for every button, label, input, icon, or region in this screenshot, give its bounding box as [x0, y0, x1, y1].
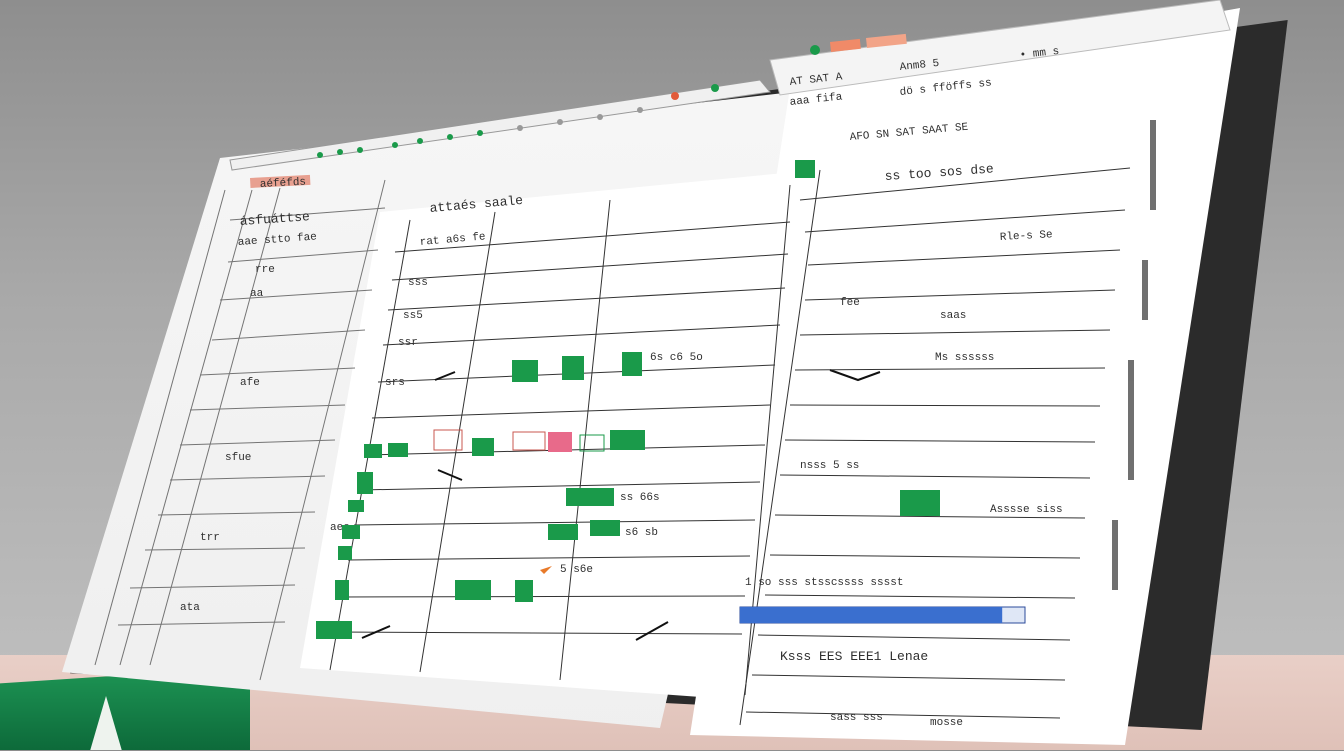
left-header: ásfuáttse: [239, 209, 310, 229]
progress-fill: [740, 607, 1003, 623]
right-row-7: 1 so sss stsscssss sssst: [745, 577, 903, 589]
spreadsheet-overlay: aéféfds AT SAT A Anm8 5 • mm s aaa fifa …: [94, 0, 1231, 729]
mid-value-3: s6 sb: [625, 527, 658, 539]
right-row-2: Rle-s Se: [1000, 229, 1053, 244]
right-row-5: Ms ssssss: [935, 352, 994, 364]
progress-bar: [739, 606, 1026, 624]
right-bottom-2: mosse: [930, 717, 963, 729]
mid-row-label-4[interactable]: srs: [385, 377, 405, 389]
right-row-3: fee: [840, 297, 860, 309]
status-icon: [711, 84, 719, 92]
cursor-arrow-icon: [540, 566, 552, 574]
right-green-cell[interactable]: [900, 490, 940, 516]
right-grid: [739, 167, 1131, 726]
right-row-8: Asssse siss: [990, 504, 1063, 516]
mid-value-1: 6s c6 5o: [650, 352, 703, 364]
right-row-1: ss too sos dse: [884, 161, 994, 184]
left-subheader: aae stto fae: [237, 231, 317, 248]
toolbar-strip: aéféfds: [229, 79, 771, 191]
annotation-strokes: [361, 369, 881, 641]
mid-value-2: ss 66s: [620, 492, 660, 504]
record-icon: [671, 92, 679, 100]
mid-header: attaés saale: [429, 193, 524, 216]
mid-row-label-1[interactable]: sss: [408, 277, 428, 289]
right-green-cell-top[interactable]: [795, 160, 815, 178]
left-cell-5[interactable]: trr: [200, 532, 220, 544]
left-cell-6[interactable]: ata: [180, 602, 200, 614]
left-cell-3[interactable]: afe: [240, 377, 260, 389]
row1-text: aaa fifa: [789, 91, 843, 108]
pink-cell[interactable]: [548, 432, 572, 452]
selected-cell[interactable]: [512, 431, 546, 451]
mid-row-label-3[interactable]: ssr: [398, 337, 418, 349]
mid-row-label-2[interactable]: ss5: [403, 310, 423, 322]
left-rows: [117, 207, 386, 626]
right-footer: Ksss EES EEE1 Lenae: [780, 649, 928, 664]
margin-notes: [1112, 120, 1156, 590]
right-row-6: nsss 5 ss: [800, 460, 859, 472]
left-title: aéféfds: [260, 177, 307, 191]
right-bottom-1: sass sss: [830, 712, 883, 724]
left-cell-4[interactable]: sfue: [225, 452, 251, 464]
left-cell-1[interactable]: rre: [255, 264, 275, 276]
right-header: AFO SN SAT SAAT SE: [849, 122, 969, 144]
left-cell-2[interactable]: aa: [250, 288, 264, 300]
green-dot-icon[interactable]: [810, 45, 820, 55]
mid-value-4: 5 s6e: [560, 564, 593, 576]
screen: aéféfds AT SAT A Anm8 5 • mm s aaa fifa …: [0, 0, 1344, 750]
right-toolbar: AT SAT A Anm8 5 • mm s aaa fifa dö s ffö…: [769, 0, 1231, 109]
right-row-4: saas: [940, 310, 966, 322]
row2-text: dö s fföffs ss: [899, 77, 992, 99]
